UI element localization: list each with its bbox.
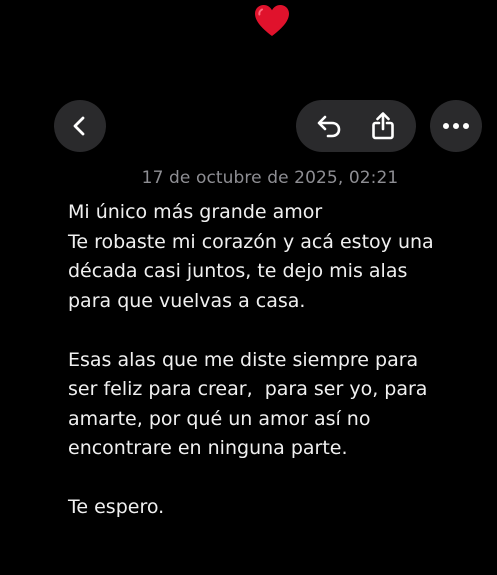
note-line: ser feliz para crear, para ser yo, para [68,378,428,400]
action-pill [296,100,416,152]
note-line: encontrare en ninguna parte. [68,437,348,459]
heart-icon [255,5,289,36]
note-line: década casi juntos, te dejo mis alas [68,260,408,282]
note-line: Te robaste mi corazón y acá estoy una [68,230,434,253]
ellipsis-icon [443,123,469,129]
note-line-blank [68,464,488,494]
note-timestamp: 17 de octubre de 2025, 02:21 [141,168,399,188]
reply-button[interactable] [306,103,352,149]
note-line: para que vuelvas a casa. [68,289,306,312]
reply-arrow-icon [317,115,341,138]
share-icon [372,112,394,140]
chevron-left-icon [73,116,85,136]
more-button[interactable] [430,100,482,152]
note-line-blank [68,316,488,346]
back-button[interactable] [54,100,106,152]
note-line: Esas alas que me diste siempre para [68,348,419,371]
share-button[interactable] [360,103,406,149]
note-line: amarte, por qué un amor así no [68,407,371,430]
note-body[interactable]: Mi único más grande amor Te robaste mi c… [68,198,488,523]
heart-emoji [254,4,290,38]
note-line: Mi único más grande amor [68,201,323,223]
note-line: Te espero. [68,496,165,518]
